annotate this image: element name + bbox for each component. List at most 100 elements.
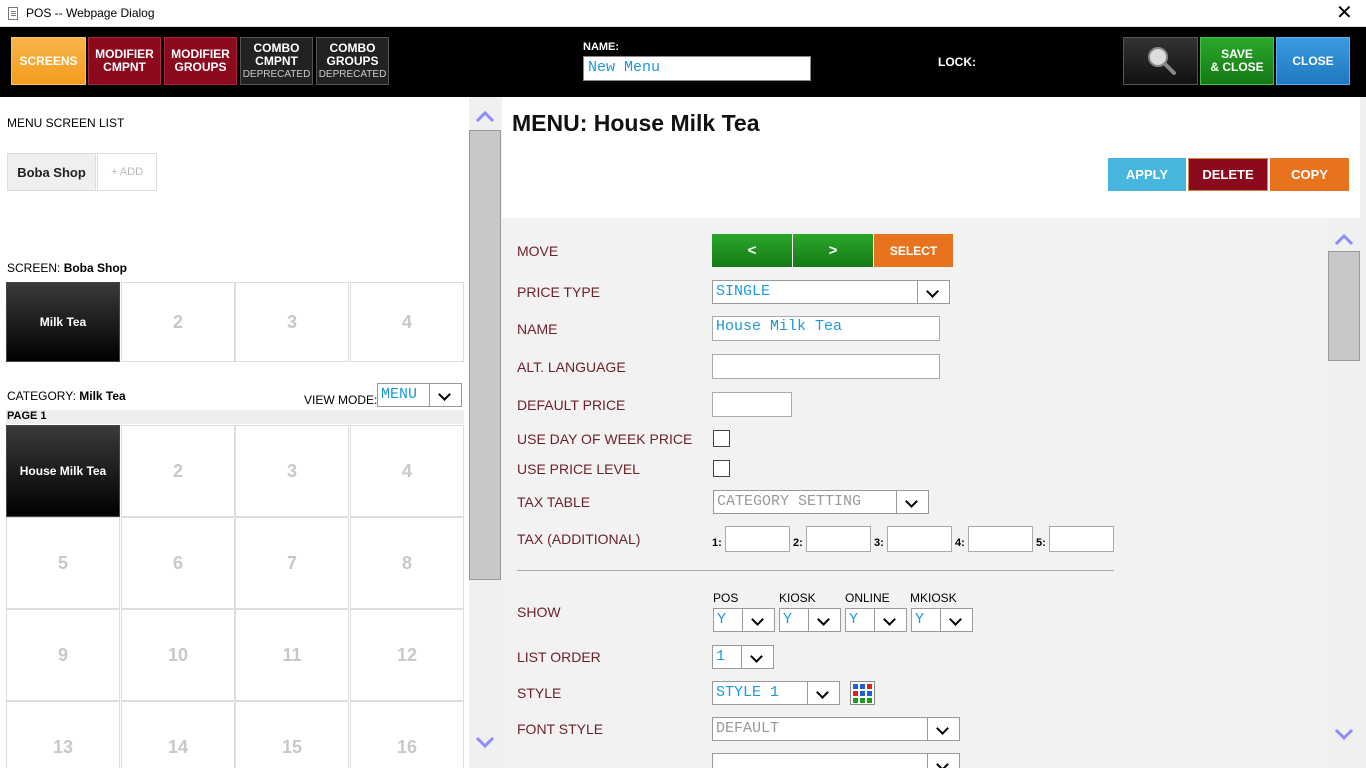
divider [517, 570, 1114, 571]
tab-combo-groups[interactable]: COMBO GROUPS DEPRECATED [316, 37, 389, 85]
select-button[interactable]: SELECT [874, 234, 953, 267]
color-grid-icon[interactable] [850, 681, 875, 705]
show-mkiosk-select[interactable]: Y [911, 608, 973, 632]
page-cell-12[interactable]: 12 [350, 609, 464, 701]
move-prev-button[interactable]: < [712, 234, 792, 267]
page-cell-13[interactable]: 13 [6, 701, 120, 768]
tax-field-4-input[interactable] [968, 526, 1033, 552]
show-online-label: ONLINE [845, 591, 890, 605]
use-dow-price-checkbox[interactable] [713, 430, 730, 447]
page-cell-7[interactable]: 7 [235, 517, 349, 609]
show-pos-select[interactable]: Y [713, 608, 775, 632]
default-price-label: DEFAULT PRICE [517, 397, 626, 413]
toolbar: SCREENS MODIFIER CMPNT MODIFIER GROUPS C… [0, 27, 1366, 97]
page-cell-15[interactable]: 15 [235, 701, 349, 768]
price-type-select[interactable]: SINGLE [712, 280, 950, 304]
menu-name-input[interactable]: New Menu [583, 56, 811, 81]
tax-field-1-input[interactable] [725, 526, 790, 552]
next-field-select[interactable] [712, 753, 960, 768]
right-scrollbar[interactable] [1328, 218, 1360, 768]
tab-modifier-cmpnt-line2: CMPNT [103, 60, 146, 74]
right-scrollbar-thumb[interactable] [1328, 251, 1360, 361]
show-kiosk-select[interactable]: Y [779, 608, 841, 632]
category-prefix: CATEGORY: [7, 389, 76, 403]
use-price-level-checkbox[interactable] [713, 460, 730, 477]
item-name-input[interactable]: House Milk Tea [712, 316, 940, 341]
page-cell-4[interactable]: 4 [350, 425, 464, 517]
page-cell-2[interactable]: 2 [121, 425, 235, 517]
screen-cell-4[interactable]: 4 [350, 282, 464, 362]
tax-field-3-input[interactable] [887, 526, 952, 552]
screen-cell-1[interactable]: Milk Tea [6, 282, 120, 362]
view-mode-value: MENU [381, 386, 418, 403]
dialog-window: POS -- Webpage Dialog ✕ SCREENS MODIFIER… [0, 0, 1366, 768]
copy-button[interactable]: COPY [1270, 158, 1349, 191]
alt-language-input[interactable] [712, 354, 940, 379]
tax-field-2-input[interactable] [806, 526, 871, 552]
delete-button[interactable]: DELETE [1188, 158, 1268, 191]
chevron-down-icon [896, 491, 928, 513]
save-close-line2: & CLOSE [1210, 60, 1264, 74]
search-button[interactable] [1123, 37, 1198, 85]
tax-field-5-input[interactable] [1049, 526, 1114, 552]
window-close-button[interactable]: ✕ [1336, 2, 1353, 24]
save-close-button[interactable]: SAVE & CLOSE [1200, 37, 1274, 85]
page-cell-6[interactable]: 6 [121, 517, 235, 609]
font-style-select[interactable]: DEFAULT [712, 717, 960, 741]
page-label: PAGE 1 [7, 410, 47, 422]
tax-field-3-label: 3: [874, 537, 884, 549]
style-select[interactable]: STYLE 1 [712, 681, 840, 705]
page-header: PAGE 1 [6, 410, 464, 424]
tab-modifier-groups-line2: GROUPS [174, 60, 227, 74]
tab-modifier-groups[interactable]: MODIFIER GROUPS [164, 37, 237, 85]
left-scrollbar-thumb[interactable] [469, 130, 501, 580]
chevron-down-icon [742, 609, 774, 631]
screen-tab-boba-shop[interactable]: Boba Shop [7, 153, 96, 191]
chevron-down-icon [429, 384, 461, 406]
tax-table-label: TAX TABLE [517, 494, 591, 510]
tab-combo-cmpnt-sub: DEPRECATED [242, 68, 311, 80]
page-cell-9[interactable]: 9 [6, 609, 120, 701]
page-cell-14[interactable]: 14 [121, 701, 235, 768]
chevron-up-icon[interactable] [475, 107, 495, 127]
tab-modifier-cmpnt[interactable]: MODIFIER CMPNT [88, 37, 161, 85]
page-cell-11[interactable]: 11 [235, 609, 349, 701]
move-next-button[interactable]: > [793, 234, 873, 267]
chevron-down-icon[interactable] [1334, 724, 1354, 744]
page-cell-5[interactable]: 5 [6, 517, 120, 609]
show-pos-value: Y [717, 611, 727, 628]
page-cell-8[interactable]: 8 [350, 517, 464, 609]
use-dow-price-label: USE DAY OF WEEK PRICE [517, 431, 693, 447]
tax-table-value: CATEGORY SETTING [717, 493, 862, 510]
screen-cell-2[interactable]: 2 [121, 282, 235, 362]
title-bar: POS -- Webpage Dialog ✕ [0, 0, 1366, 27]
page-cell-10[interactable]: 10 [121, 609, 235, 701]
chevron-down-icon [927, 718, 959, 740]
view-mode-label: VIEW MODE: [304, 393, 378, 407]
left-scrollbar[interactable] [469, 97, 502, 768]
page-cell-1[interactable]: House Milk Tea [6, 425, 120, 517]
tab-combo-groups-line1: COMBO [329, 40, 376, 55]
show-pos-label: POS [713, 591, 739, 605]
page-cell-3[interactable]: 3 [235, 425, 349, 517]
move-label: MOVE [517, 243, 559, 259]
view-mode-select[interactable]: MENU [377, 383, 462, 407]
chevron-down-icon[interactable] [475, 732, 495, 752]
default-price-input[interactable] [712, 392, 792, 417]
screen-cell-3[interactable]: 3 [235, 282, 349, 362]
chevron-down-icon [927, 754, 959, 768]
tax-field-4-label: 4: [955, 537, 965, 549]
tax-table-select[interactable]: CATEGORY SETTING [713, 490, 929, 514]
page-cell-16[interactable]: 16 [350, 701, 464, 768]
style-value: STYLE 1 [716, 684, 780, 701]
chevron-up-icon[interactable] [1334, 230, 1354, 250]
show-online-select[interactable]: Y [845, 608, 907, 632]
tab-screens[interactable]: SCREENS [11, 37, 86, 85]
add-screen-button[interactable]: + ADD [97, 153, 157, 191]
tab-combo-cmpnt[interactable]: COMBO CMPNT DEPRECATED [240, 37, 313, 85]
show-kiosk-value: Y [783, 611, 793, 628]
list-order-select[interactable]: 1 [712, 645, 774, 669]
window-edge [1360, 97, 1366, 768]
apply-button[interactable]: APPLY [1108, 158, 1186, 191]
close-button[interactable]: CLOSE [1276, 37, 1350, 85]
